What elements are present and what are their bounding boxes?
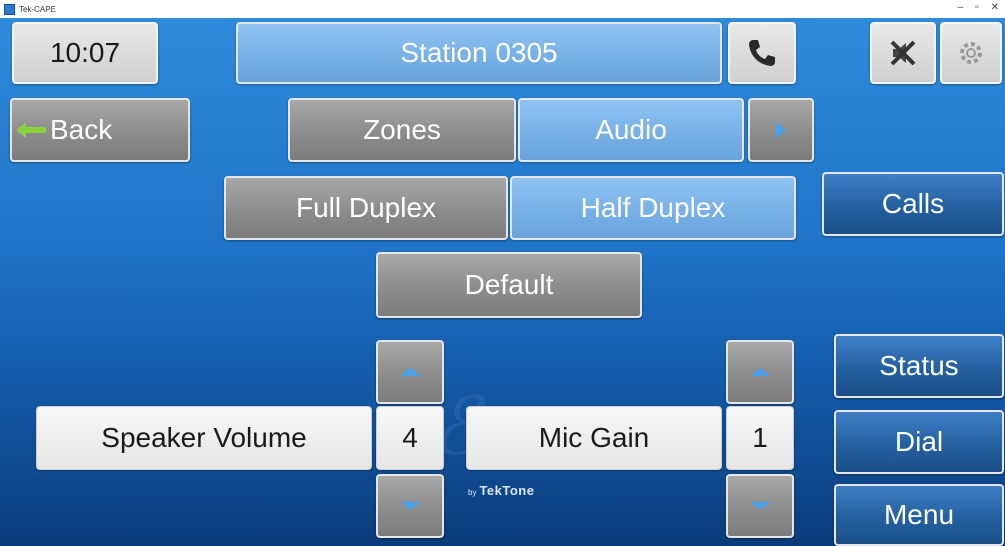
tab-zones[interactable]: Zones (288, 98, 516, 162)
next-tab-button[interactable] (748, 98, 814, 162)
menu-button[interactable]: Menu (834, 484, 1004, 546)
speaker-volume-up-button[interactable] (376, 340, 444, 404)
phone-button[interactable] (728, 22, 796, 84)
station-title: Station 0305 (236, 22, 722, 84)
mic-gain-label-box: Mic Gain (466, 406, 722, 470)
calls-label: Calls (881, 188, 945, 219)
half-duplex-button[interactable]: Half Duplex (510, 176, 796, 240)
tab-audio[interactable]: Audio (518, 98, 744, 162)
tab-audio-label: Audio (595, 114, 667, 145)
mic-gain-value-box: 1 (726, 406, 794, 470)
app-icon (4, 3, 15, 15)
mute-icon (890, 40, 916, 66)
dial-button[interactable]: Dial (834, 410, 1004, 474)
time-text: 10:07 (49, 37, 121, 68)
calls-button[interactable]: Calls (822, 172, 1004, 236)
arrow-down-icon (400, 502, 420, 510)
menu-label: Menu (883, 499, 955, 530)
status-label: Status (879, 350, 959, 381)
full-duplex-button[interactable]: Full Duplex (224, 176, 508, 240)
title-bar: Tek-CAPE – ▫ ✕ (0, 0, 1005, 18)
arrow-up-icon (750, 368, 770, 376)
dial-label: Dial (894, 426, 944, 457)
mic-gain-label: Mic Gain (538, 422, 650, 453)
arrow-down-icon (750, 502, 770, 510)
default-label: Default (464, 269, 554, 300)
settings-button[interactable] (940, 22, 1002, 84)
mute-button[interactable] (870, 22, 936, 84)
time-display: 10:07 (12, 22, 158, 84)
speaker-volume-label-box: Speaker Volume (36, 406, 372, 470)
maximize-button[interactable]: ▫ (975, 2, 979, 13)
half-duplex-label: Half Duplex (580, 192, 726, 223)
chevron-right-icon (776, 122, 786, 138)
logo-name-text: TekTone (479, 483, 535, 498)
mic-gain-down-button[interactable] (726, 474, 794, 538)
status-button[interactable]: Status (834, 334, 1004, 398)
arrow-up-icon (400, 368, 420, 376)
back-label: Back (50, 114, 113, 145)
close-button[interactable]: ✕ (991, 2, 999, 13)
speaker-volume-value: 4 (402, 422, 418, 453)
speaker-volume-value-box: 4 (376, 406, 444, 470)
settings-gear-icon (960, 42, 982, 64)
tab-zones-label: Zones (363, 114, 441, 145)
default-button[interactable]: Default (376, 252, 642, 318)
speaker-volume-label: Speaker Volume (101, 422, 307, 453)
back-arrow-icon (16, 122, 46, 138)
station-label: Station 0305 (400, 37, 558, 68)
logo-by-text: by (468, 488, 477, 497)
window-controls: – ▫ ✕ (958, 2, 1000, 13)
tektone-logo: by TekTone (468, 483, 534, 498)
window-title: Tek-CAPE (19, 4, 56, 14)
minimize-button[interactable]: – (958, 2, 964, 13)
mic-gain-value: 1 (752, 422, 768, 453)
speaker-volume-down-button[interactable] (376, 474, 444, 538)
phone-icon (749, 40, 775, 66)
full-duplex-label: Full Duplex (295, 192, 437, 223)
app-window: Tek-CAPE – ▫ ✕ ℰ 10:07 Station 0305 Back… (0, 0, 1005, 546)
back-button[interactable]: Back (10, 98, 190, 162)
mic-gain-up-button[interactable] (726, 340, 794, 404)
